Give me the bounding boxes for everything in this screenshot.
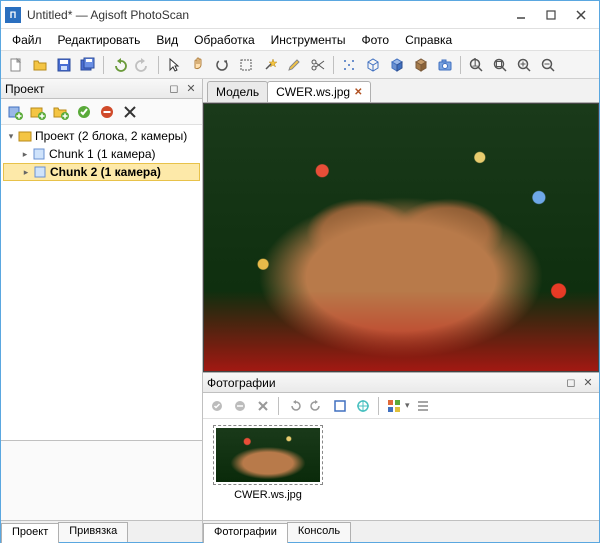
region-icon[interactable]	[235, 54, 257, 76]
minimize-button[interactable]	[507, 5, 535, 25]
app-icon: П	[5, 7, 21, 23]
cube-wire-icon[interactable]	[362, 54, 384, 76]
disable-icon[interactable]	[97, 102, 117, 122]
save-multi-icon[interactable]	[77, 54, 99, 76]
menu-help[interactable]: Справка	[398, 31, 459, 49]
window-title: Untitled* — Agisoft PhotoScan	[27, 8, 505, 22]
tree-root[interactable]: ▾ Проект (2 блока, 2 камеры)	[3, 127, 200, 145]
remove-icon[interactable]	[120, 102, 140, 122]
tree-chunk[interactable]: ▸ Chunk 2 (1 камера)	[3, 163, 200, 181]
save-icon[interactable]	[53, 54, 75, 76]
tab-project[interactable]: Проект	[1, 523, 59, 543]
chunk-icon	[32, 164, 48, 180]
cube-texture-icon[interactable]	[410, 54, 432, 76]
photos-panel-title: Фотографии	[207, 376, 276, 390]
cube-solid-icon[interactable]	[386, 54, 408, 76]
panel-close-icon[interactable]: ✕	[581, 376, 595, 390]
workspace-icon	[17, 128, 33, 144]
document-tabs: Модель CWER.ws.jpg ✕	[203, 79, 599, 103]
add-chunk-icon[interactable]	[5, 102, 25, 122]
thumbnail-caption: CWER.ws.jpg	[234, 489, 302, 501]
panel-float-icon[interactable]: ◻	[167, 82, 181, 96]
magic-wand-icon[interactable]	[259, 54, 281, 76]
thumbnail-item[interactable]: CWER.ws.jpg	[209, 425, 327, 514]
photos-panel-header: Фотографии ◻ ✕	[203, 373, 599, 393]
menu-process[interactable]: Обработка	[187, 31, 262, 49]
svg-text:1: 1	[472, 57, 479, 70]
thumbnails-area[interactable]: CWER.ws.jpg	[203, 419, 599, 520]
remove-photo-icon[interactable]	[253, 396, 273, 416]
tree-chunk-label: Chunk 2 (1 камера)	[50, 165, 161, 179]
tab-model[interactable]: Модель	[207, 81, 268, 102]
rotate-left-icon[interactable]	[284, 396, 304, 416]
tab-photos[interactable]: Фотографии	[203, 523, 288, 543]
maximize-button[interactable]	[537, 5, 565, 25]
undo-icon[interactable]	[108, 54, 130, 76]
tree-chunk-label: Chunk 1 (1 камера)	[49, 147, 156, 161]
main-toolbar: 1	[1, 51, 599, 79]
expand-icon[interactable]: ▸	[19, 149, 31, 160]
thumbnail-image	[216, 428, 320, 482]
redo-icon[interactable]	[132, 54, 154, 76]
chunk-icon	[31, 146, 47, 162]
zoom-in-icon[interactable]	[513, 54, 535, 76]
rotate-right-icon[interactable]	[307, 396, 327, 416]
expand-icon[interactable]: ▸	[20, 167, 32, 178]
expand-icon[interactable]: ▾	[5, 131, 17, 142]
menu-edit[interactable]: Редактировать	[51, 31, 148, 49]
menu-file[interactable]: Файл	[5, 31, 49, 49]
project-panel-header: Проект ◻ ✕	[1, 79, 202, 99]
tree-chunk[interactable]: ▸ Chunk 1 (1 камера)	[3, 145, 200, 163]
project-panel-title: Проект	[5, 82, 45, 96]
tab-console[interactable]: Консоль	[287, 522, 351, 542]
tab-image[interactable]: CWER.ws.jpg ✕	[267, 81, 371, 102]
left-bottom-tabs: Проект Привязка	[1, 520, 202, 542]
pencil-icon[interactable]	[283, 54, 305, 76]
menu-photo[interactable]: Фото	[355, 31, 397, 49]
open-folder-icon[interactable]	[29, 54, 51, 76]
reset-rotation-icon[interactable]	[330, 396, 350, 416]
rotate-icon[interactable]	[211, 54, 233, 76]
camera-icon[interactable]	[434, 54, 456, 76]
pointer-icon[interactable]	[163, 54, 185, 76]
cube-points-icon[interactable]	[338, 54, 360, 76]
close-button[interactable]	[567, 5, 595, 25]
zoom-fit-icon[interactable]	[489, 54, 511, 76]
hand-icon[interactable]	[187, 54, 209, 76]
zoom-reset-icon[interactable]: 1	[465, 54, 487, 76]
tab-close-icon[interactable]: ✕	[354, 87, 362, 98]
panel-float-icon[interactable]: ◻	[564, 376, 578, 390]
menubar: Файл Редактировать Вид Обработка Инструм…	[1, 29, 599, 51]
properties-panel	[1, 440, 202, 520]
titlebar: П Untitled* — Agisoft PhotoScan	[1, 1, 599, 29]
disable-photo-icon[interactable]	[230, 396, 250, 416]
panel-close-icon[interactable]: ✕	[184, 82, 198, 96]
enable-icon[interactable]	[74, 102, 94, 122]
add-photos-icon[interactable]	[28, 102, 48, 122]
image-viewport[interactable]	[203, 103, 599, 372]
align-icon[interactable]	[353, 396, 373, 416]
photos-toolbar: ▾	[203, 393, 599, 419]
tab-reference[interactable]: Привязка	[58, 522, 128, 542]
view-details-icon[interactable]	[413, 396, 433, 416]
image-content	[204, 104, 598, 371]
project-toolbar	[1, 99, 202, 125]
view-thumbnails-icon[interactable]	[384, 396, 404, 416]
right-bottom-tabs: Фотографии Консоль	[203, 520, 599, 542]
zoom-out-icon[interactable]	[537, 54, 559, 76]
menu-view[interactable]: Вид	[149, 31, 185, 49]
enable-photo-icon[interactable]	[207, 396, 227, 416]
dropdown-icon[interactable]: ▾	[405, 400, 410, 411]
add-folder-icon[interactable]	[51, 102, 71, 122]
scissors-icon[interactable]	[307, 54, 329, 76]
new-file-icon[interactable]	[5, 54, 27, 76]
project-tree[interactable]: ▾ Проект (2 блока, 2 камеры) ▸ Chunk 1 (…	[1, 125, 202, 440]
tree-root-label: Проект (2 блока, 2 камеры)	[35, 129, 187, 143]
menu-tools[interactable]: Инструменты	[264, 31, 353, 49]
